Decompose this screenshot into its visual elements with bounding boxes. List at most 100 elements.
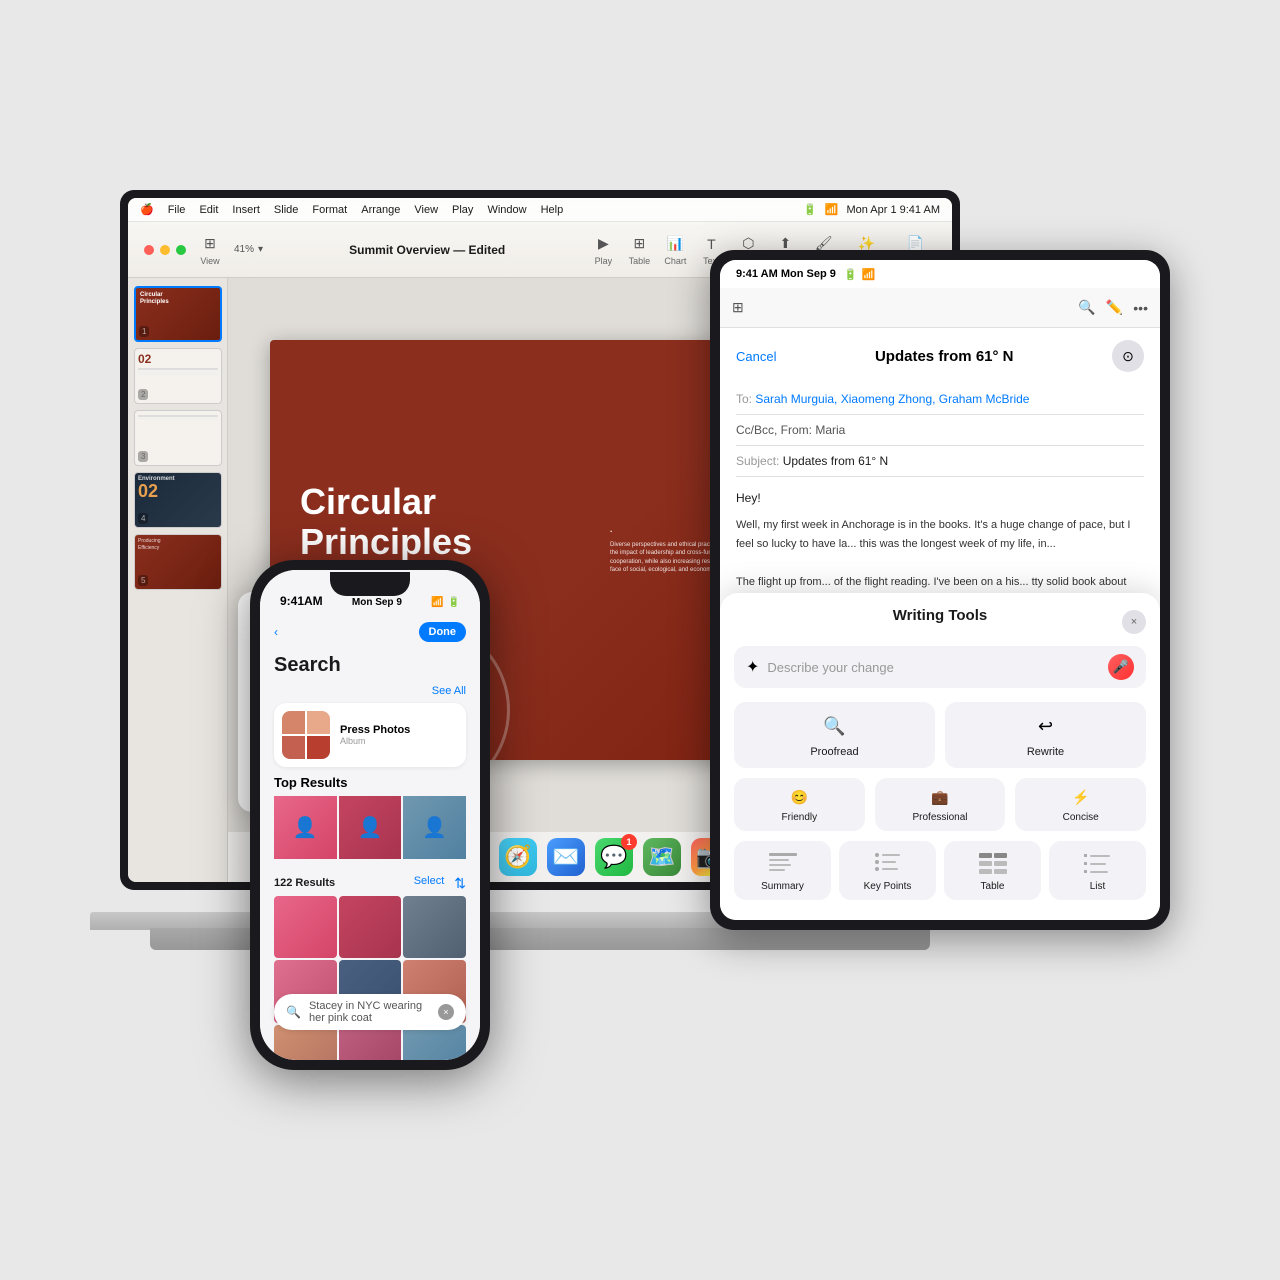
menu-window[interactable]: Window bbox=[487, 204, 526, 216]
friendly-button[interactable]: 😊 Friendly bbox=[734, 778, 865, 831]
iphone-body: 9:41AM Mon Sep 9 📶 🔋 ‹ Done bbox=[250, 560, 490, 1070]
compose-greeting: Hey! bbox=[736, 489, 1144, 508]
iphone-search-bar[interactable]: 🔍 Stacey in NYC wearing her pink coat × bbox=[274, 994, 466, 1030]
album-thumb-1 bbox=[282, 711, 305, 734]
toolbar-view-btn[interactable]: ⊞ View bbox=[198, 234, 222, 266]
apple-menu-icon[interactable]: 🍎 bbox=[140, 203, 154, 216]
zoom-chevron-icon: ▾ bbox=[258, 244, 263, 255]
photos-done-button[interactable]: Done bbox=[419, 622, 467, 642]
large-photo-9[interactable] bbox=[403, 1025, 466, 1060]
album-card[interactable]: Press Photos Album bbox=[274, 703, 466, 767]
large-photo-3[interactable] bbox=[403, 896, 466, 959]
large-photo-2[interactable] bbox=[339, 896, 402, 959]
menu-format[interactable]: Format bbox=[312, 204, 347, 216]
slide-thumbnail-5[interactable]: ProducingEfficiency 5 bbox=[134, 534, 222, 590]
photos-back-button[interactable]: ‹ bbox=[274, 625, 278, 639]
compose-header-icon[interactable]: ⊙ bbox=[1112, 340, 1144, 372]
table-button[interactable]: Table bbox=[944, 841, 1041, 900]
iphone-time: 9:41AM bbox=[280, 594, 323, 608]
menu-play[interactable]: Play bbox=[452, 204, 473, 216]
compose-icon[interactable]: ✏️ bbox=[1106, 299, 1123, 316]
toolbar-view-label: View bbox=[200, 256, 219, 266]
summary-button[interactable]: Summary bbox=[734, 841, 831, 900]
writing-tools-tone-buttons: 😊 Friendly 💼 Professional ⚡ Concise bbox=[734, 778, 1146, 831]
iphone-notch bbox=[330, 572, 410, 596]
rewrite-button[interactable]: ↩ Rewrite bbox=[945, 702, 1146, 768]
ipad-top-buttons: 🔍 ✏️ ••• bbox=[1078, 299, 1148, 316]
writing-tools-search-input[interactable]: Describe your change bbox=[767, 660, 1100, 675]
dock-item-safari[interactable]: 🧭 bbox=[499, 838, 537, 876]
menubar-right: 🔋 📶 Mon Apr 1 9:41 AM bbox=[803, 203, 940, 216]
summary-label: Summary bbox=[761, 881, 804, 892]
menu-insert[interactable]: Insert bbox=[232, 204, 260, 216]
slide-thumbnail-3[interactable]: 3 bbox=[134, 410, 222, 466]
sort-icon[interactable]: ⇅ bbox=[454, 875, 466, 892]
album-thumbnails bbox=[282, 711, 330, 759]
writing-tools-search-bar[interactable]: ✦ Describe your change 🎤 bbox=[734, 646, 1146, 688]
concise-button[interactable]: ⚡ Concise bbox=[1015, 778, 1146, 831]
select-button[interactable]: Select bbox=[414, 875, 445, 892]
photos-large-grid bbox=[260, 896, 480, 1060]
photo-cell-2[interactable]: 👤 bbox=[339, 796, 402, 859]
professional-button[interactable]: 💼 Professional bbox=[875, 778, 1006, 831]
slide-main-title: Circular Principles bbox=[300, 482, 560, 561]
maps-icon: 🗺️ bbox=[643, 838, 681, 876]
large-photo-8[interactable] bbox=[339, 1025, 402, 1060]
toolbar-table-btn[interactable]: ⊞ Table bbox=[627, 234, 651, 266]
writing-tools-format-buttons: Summary bbox=[734, 841, 1146, 900]
large-photo-1[interactable] bbox=[274, 896, 337, 959]
compose-subject-field[interactable]: Subject: Updates from 61° N bbox=[736, 446, 1144, 477]
wifi-icon: 📶 bbox=[825, 203, 839, 216]
slide-thumbnail-1[interactable]: CircularPrinciples 1 bbox=[134, 286, 222, 342]
writing-tools-close-button[interactable]: × bbox=[1122, 610, 1146, 634]
compose-subject-value: Updates from 61° N bbox=[783, 454, 889, 468]
rewrite-label: Rewrite bbox=[1027, 746, 1064, 758]
large-photo-7[interactable] bbox=[274, 1025, 337, 1060]
compose-header: Cancel Updates from 61° N ⊙ bbox=[736, 340, 1144, 372]
mic-icon[interactable]: 🎤 bbox=[1108, 654, 1134, 680]
dock-item-messages[interactable]: 💬 1 bbox=[595, 838, 633, 876]
compose-ccbcc-field[interactable]: Cc/Bcc, From: Maria bbox=[736, 415, 1144, 446]
table-label: Table bbox=[981, 881, 1005, 892]
sidebar-toggle-icon[interactable]: ⊞ bbox=[732, 299, 744, 316]
more-icon[interactable]: ••• bbox=[1133, 300, 1148, 316]
menu-slide[interactable]: Slide bbox=[274, 204, 298, 216]
menu-view[interactable]: View bbox=[414, 204, 438, 216]
compose-to-field[interactable]: To: Sarah Murguia, Xiaomeng Zhong, Graha… bbox=[736, 384, 1144, 415]
photo-cell-3[interactable]: 👤 bbox=[403, 796, 466, 859]
iphone-status-icons: 📶 🔋 bbox=[431, 597, 460, 608]
key-points-button[interactable]: Key Points bbox=[839, 841, 936, 900]
cancel-button[interactable]: Cancel bbox=[736, 349, 776, 364]
sparkle-icon: ✦ bbox=[746, 657, 759, 677]
album-thumb-3 bbox=[282, 736, 305, 759]
slide-number-2: 2 bbox=[138, 389, 148, 400]
dock-item-mail[interactable]: ✉️ bbox=[547, 838, 585, 876]
toolbar-play-btn[interactable]: ▶ Play bbox=[591, 234, 615, 266]
see-all-button[interactable]: See All bbox=[432, 685, 466, 697]
proofread-button[interactable]: 🔍 Proofread bbox=[734, 702, 935, 768]
ipad-app-toolbar: ⊞ 🔍 ✏️ ••• bbox=[720, 288, 1160, 328]
photo-cell-1[interactable]: 👤 bbox=[274, 796, 337, 859]
toolbar-play-label: Play bbox=[595, 256, 613, 266]
messages-badge: 1 bbox=[621, 834, 637, 850]
ipad-battery-icon: 🔋 bbox=[844, 268, 858, 281]
menu-arrange[interactable]: Arrange bbox=[361, 204, 400, 216]
menu-file[interactable]: File bbox=[168, 204, 186, 216]
list-button[interactable]: List bbox=[1049, 841, 1146, 900]
dock-item-maps[interactable]: 🗺️ bbox=[643, 838, 681, 876]
search-icon[interactable]: 🔍 bbox=[1078, 299, 1095, 316]
concise-label: Concise bbox=[1063, 812, 1099, 823]
photos-search-section: Search See All bbox=[260, 646, 480, 867]
photo-actions: Select ⇅ bbox=[414, 875, 466, 892]
proofread-label: Proofread bbox=[810, 746, 858, 758]
menu-help[interactable]: Help bbox=[541, 204, 564, 216]
top-results-label: Top Results bbox=[274, 775, 466, 790]
friendly-icon: 😊 bbox=[788, 786, 810, 808]
toolbar-chart-btn[interactable]: 📊 Chart bbox=[663, 234, 687, 266]
photos-count-row: 122 Results Select ⇅ bbox=[260, 867, 480, 896]
search-clear-button[interactable]: × bbox=[438, 1004, 454, 1020]
menu-edit[interactable]: Edit bbox=[199, 204, 218, 216]
chart-icon: 📊 bbox=[663, 234, 687, 254]
slide-thumbnail-2[interactable]: 02 2 bbox=[134, 348, 222, 404]
slide-thumbnail-4[interactable]: Environment 02 4 bbox=[134, 472, 222, 528]
